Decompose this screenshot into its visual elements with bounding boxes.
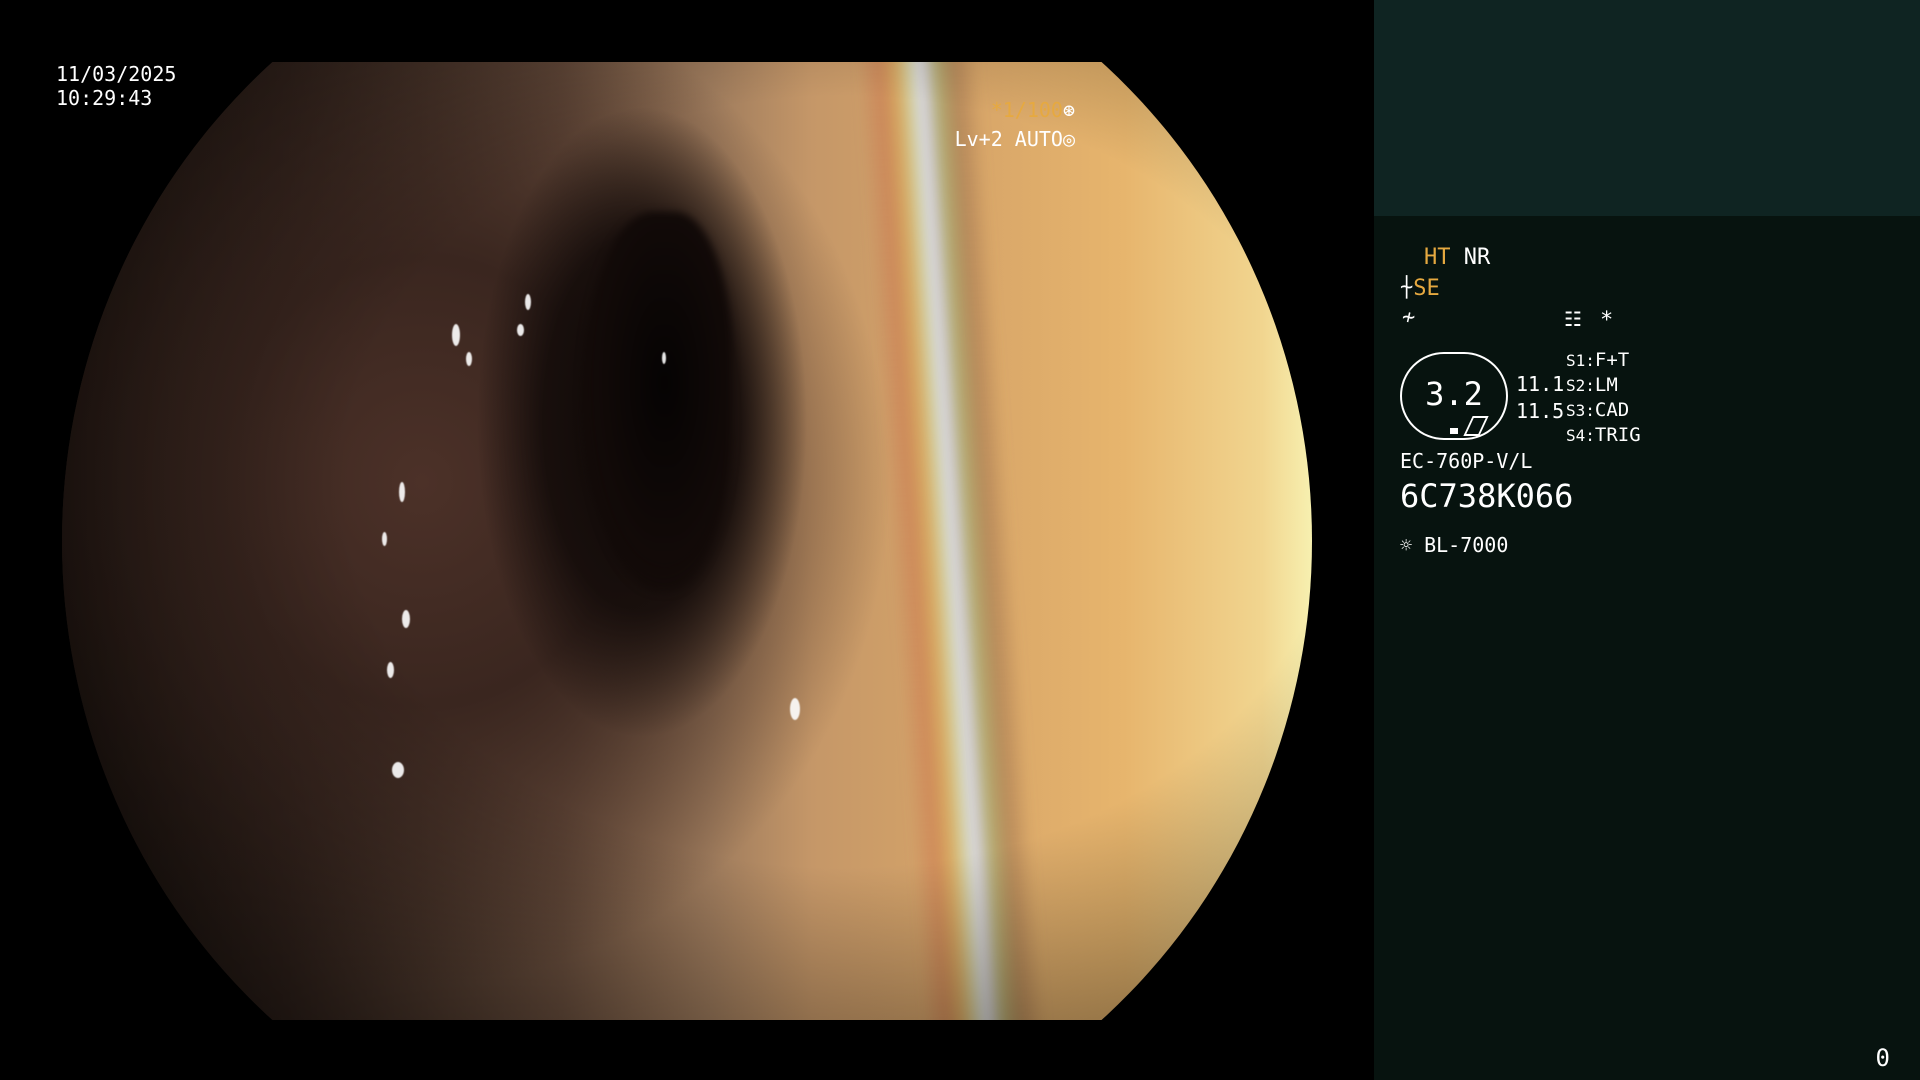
view-glint: [525, 294, 531, 310]
view-glint: [517, 324, 524, 336]
frame-counter: 0: [1875, 1044, 1890, 1072]
nr-label: NR: [1463, 245, 1491, 270]
ht-label: HT: [1424, 245, 1451, 270]
iris-icon: ◎: [1062, 127, 1075, 151]
switch-value: TRIG: [1594, 424, 1641, 446]
switch-row: S2:LM: [1566, 373, 1641, 398]
switch-key: S1:: [1566, 351, 1595, 370]
time-text: 10:29:43: [56, 86, 153, 110]
switch-row: S4:TRIG: [1566, 423, 1641, 448]
badge-tilt-icon: [1463, 416, 1489, 436]
switch-key: S3:: [1566, 401, 1595, 420]
switch-row: S3:CAD: [1566, 398, 1641, 423]
switch-row: S1:F+T: [1566, 348, 1641, 373]
view-glint: [392, 762, 404, 778]
shutter-text: *1/100: [990, 98, 1063, 122]
freeze-icon: ≁: [1402, 305, 1416, 330]
scope-serial: 6C738K066: [1400, 477, 1574, 515]
switch-key: S4:: [1566, 426, 1595, 445]
date-text: 11/03/2025: [56, 62, 177, 86]
switch-list: S1:F+T S2:LM S3:CAD S4:TRIG: [1566, 348, 1641, 448]
badge-marker: [1450, 428, 1458, 434]
aperture-icon: ⊛: [1062, 98, 1075, 122]
level-text: Lv+2 AUTO: [954, 127, 1063, 151]
processing-status: HT NR: [1424, 245, 1490, 271]
se-status: ⍭SE: [1400, 276, 1440, 302]
brightness-level: Lv+2 AUTO◎: [955, 127, 1075, 151]
view-glint: [662, 352, 666, 364]
view-glint: [402, 610, 410, 628]
view-glint: [382, 532, 387, 546]
light-source: ☼ BL-7000: [1400, 532, 1508, 558]
badge-value: 3.2: [1425, 375, 1483, 413]
scope-icon: ⍭: [1400, 276, 1414, 301]
view-glint: [452, 324, 460, 346]
light-source-icon: ☼: [1400, 533, 1413, 557]
switch-value: LM: [1594, 374, 1618, 396]
switch-key: S2:: [1566, 376, 1595, 395]
endoscope-view: [62, 62, 1312, 1020]
view-glint: [790, 698, 800, 720]
view-vignette: [62, 62, 1312, 1020]
timestamp: 11/03/2025 10:29:43: [56, 62, 176, 110]
switch-value: CAD: [1594, 399, 1630, 421]
shutter-readout: *1/100⊛: [991, 98, 1075, 122]
se-label: SE: [1413, 276, 1440, 301]
readout-1: 11.1: [1516, 372, 1565, 396]
zoom-badge: 3.2: [1400, 352, 1508, 440]
view-glint: [466, 352, 472, 366]
menu-grid-icon: ☷: [1564, 307, 1582, 331]
star-indicator: *: [1600, 308, 1614, 333]
panel-header-area: [1374, 0, 1920, 216]
view-glint: [387, 662, 394, 678]
switch-value: F+T: [1594, 349, 1630, 371]
view-glint: [399, 482, 405, 502]
light-model: BL-7000: [1424, 533, 1509, 557]
readout-2: 11.5: [1516, 399, 1565, 423]
scope-model: EC-760P-V/L: [1400, 449, 1533, 473]
